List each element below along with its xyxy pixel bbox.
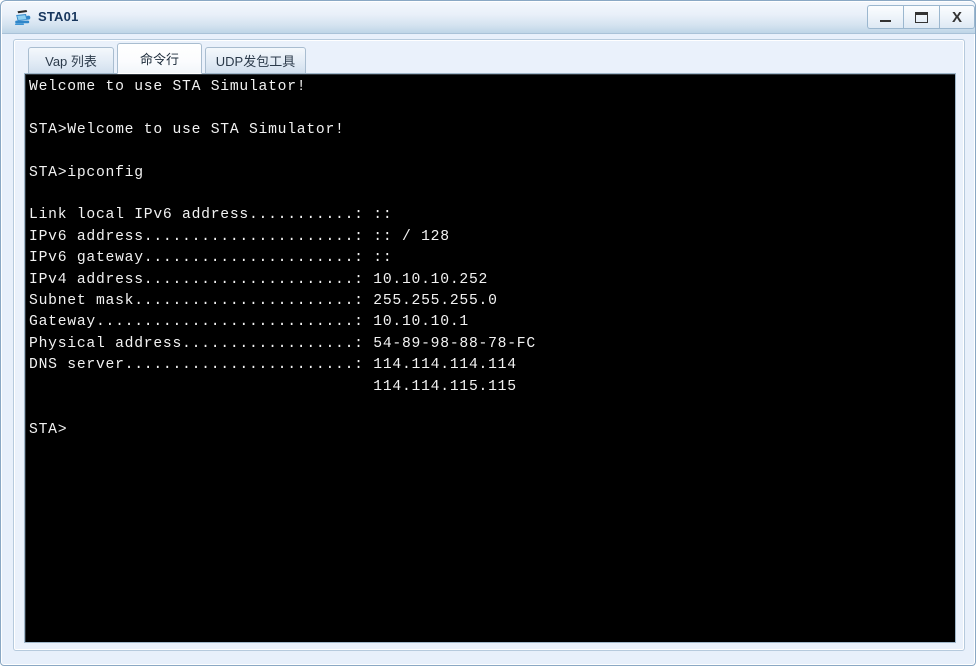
close-icon: X (951, 8, 962, 26)
sta-device-icon (15, 10, 31, 25)
console-output[interactable]: Welcome to use STA Simulator! STA>Welcom… (29, 77, 953, 640)
title-bar[interactable]: STA01 X (2, 2, 975, 34)
content-panel: Vap 列表 命令行 UDP发包工具 Welcome to use STA Si… (13, 39, 965, 651)
tab-command-line[interactable]: 命令行 (117, 43, 202, 74)
close-button[interactable]: X (939, 5, 975, 29)
tab-vap-list-label: Vap 列表 (45, 54, 97, 69)
console-frame[interactable]: Welcome to use STA Simulator! STA>Welcom… (24, 73, 956, 643)
tab-udp-packet-tool[interactable]: UDP发包工具 (205, 47, 306, 74)
minimize-icon (880, 19, 891, 22)
maximize-button[interactable] (903, 5, 939, 29)
minimize-button[interactable] (867, 5, 903, 29)
tab-udp-packet-tool-label: UDP发包工具 (215, 54, 296, 69)
tab-command-line-label: 命令行 (139, 52, 179, 67)
maximize-icon (915, 11, 928, 23)
tab-bar: Vap 列表 命令行 UDP发包工具 (14, 40, 964, 74)
sta-simulator-window: STA01 X Vap 列表 命令行 UDP发包工具 Welcome to us… (0, 0, 976, 666)
tab-vap-list[interactable]: Vap 列表 (28, 47, 114, 74)
window-title: STA01 (38, 9, 79, 24)
